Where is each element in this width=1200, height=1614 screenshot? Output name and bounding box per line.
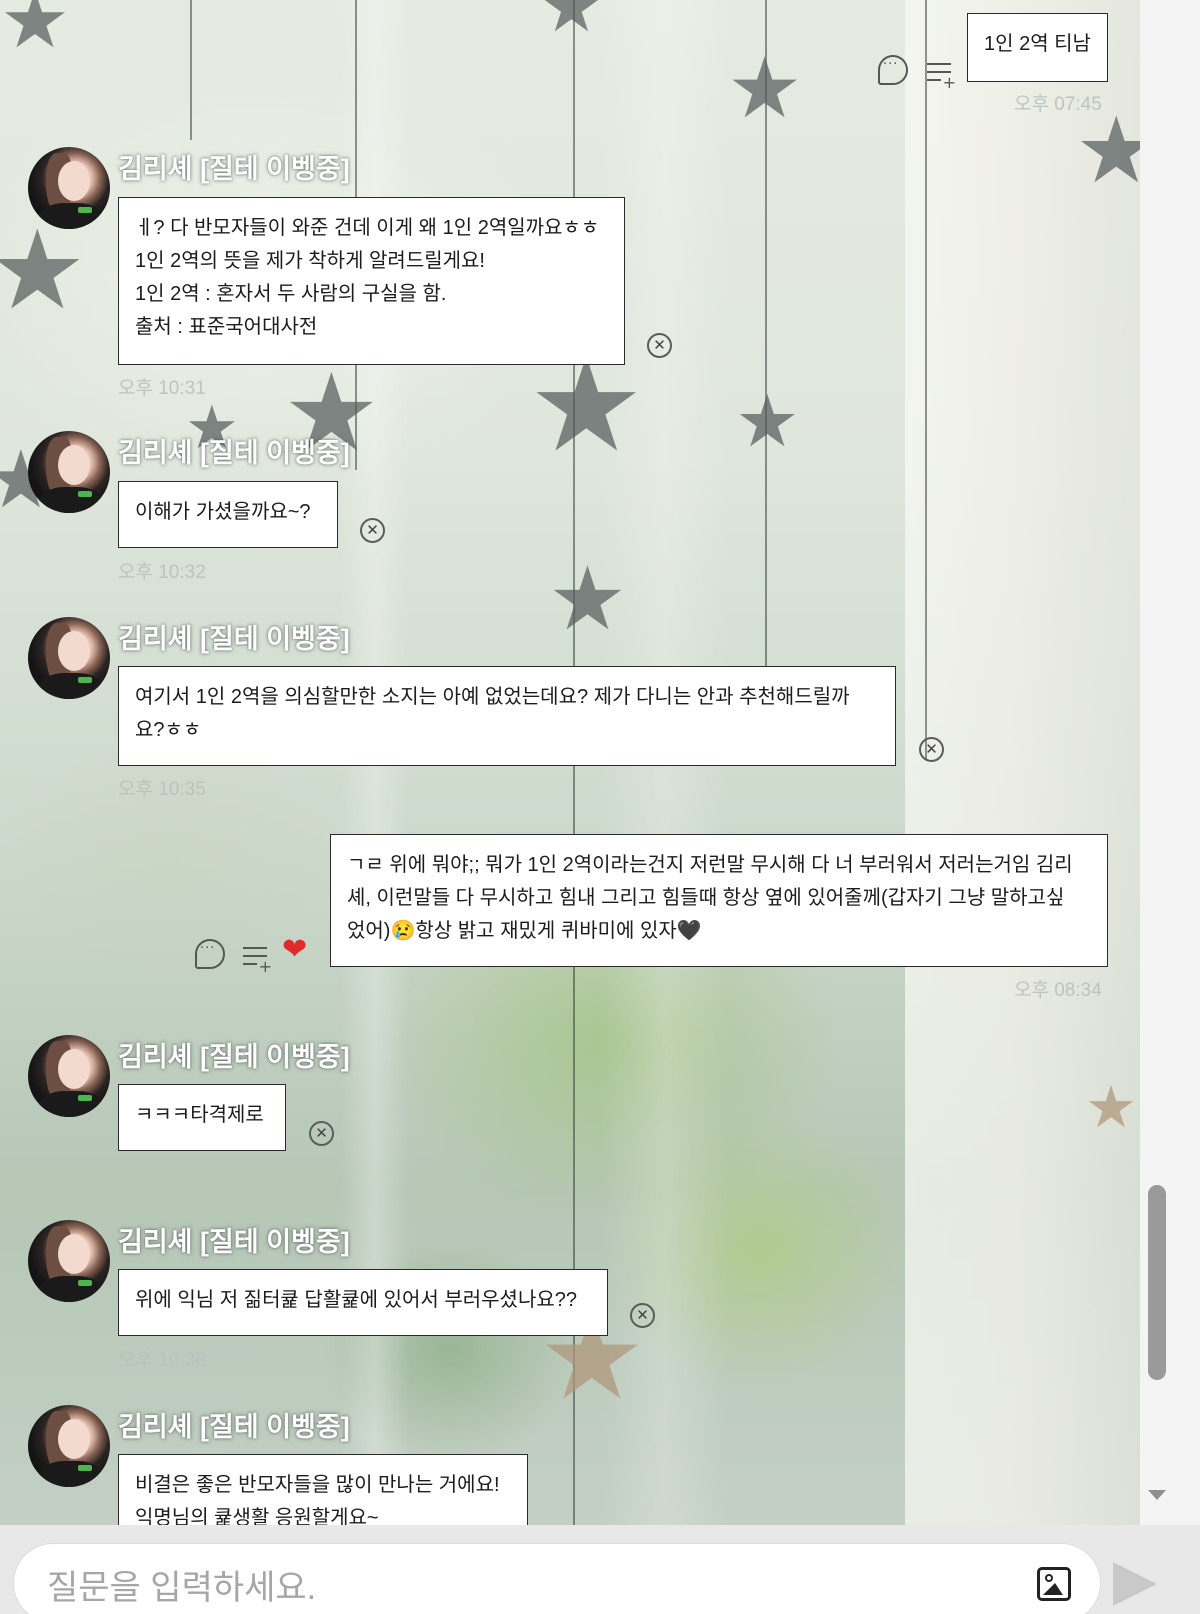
- background-star: ★: [735, 379, 800, 463]
- message-input-bar: 질문을 입력하세요.: [0, 1525, 1200, 1614]
- sender-name: 김리셰 [질테 이벵중]: [118, 1042, 350, 1072]
- message-line: 요?ㅎㅎ: [135, 719, 202, 741]
- background-star: ★: [540, 0, 603, 48]
- image-attach-icon[interactable]: [1037, 1567, 1071, 1601]
- message-input-field[interactable]: 질문을 입력하세요.: [13, 1543, 1101, 1614]
- background-star-string: [190, 0, 192, 140]
- sender-name: 김리셰 [질테 이벵중]: [118, 1227, 350, 1257]
- background-star: ★: [1085, 1073, 1137, 1141]
- message-line: ㄱㄹ 위에 뭐야;; 뭐가 1인 2역이라는건지 저런말 무시해 다 너 부러워…: [347, 854, 1073, 876]
- message-line: ㅋㅋㅋ타격제로: [135, 1104, 264, 1126]
- close-circle-icon[interactable]: ✕: [647, 333, 672, 358]
- incoming-message-bubble[interactable]: 이해가 가셨을까요~?: [118, 481, 338, 548]
- message-timestamp: 오후 07:45: [1014, 94, 1102, 115]
- message-line: 1인 2역 티남: [984, 33, 1091, 55]
- sender-avatar[interactable]: [28, 1405, 110, 1487]
- sender-name: 김리셰 [질테 이벵중]: [118, 1412, 350, 1442]
- sender-avatar[interactable]: [28, 147, 110, 229]
- sender-avatar[interactable]: [28, 617, 110, 699]
- sender-name: 김리셰 [질테 이벵중]: [118, 438, 350, 468]
- scrollbar-thumb[interactable]: [1148, 1185, 1166, 1380]
- message-line: 1인 2역의 뜻을 제가 착하게 알려드릴게요!: [135, 250, 485, 272]
- message-line: 1인 2역 : 혼자서 두 사람의 구실을 함.: [135, 283, 447, 305]
- message-line: 셰, 이런말들 다 무시하고 힘내 그리고 힘들때 항상 옆에 있어줄께(갑자기…: [347, 887, 1065, 909]
- background-star: ★: [1075, 97, 1140, 204]
- sender-name: 김리셰 [질테 이벵중]: [118, 154, 350, 184]
- outgoing-message-bubble[interactable]: ㄱㄹ 위에 뭐야;; 뭐가 1인 2역이라는건지 저런말 무시해 다 너 부러워…: [330, 834, 1108, 967]
- incoming-message-bubble[interactable]: ㅋㅋㅋ타격제로: [118, 1084, 286, 1151]
- input-placeholder: 질문을 입력하세요.: [47, 1569, 317, 1607]
- message-line: 위에 익님 저 짊터큝 답활큝에 있어서 부러우셨나요??: [135, 1289, 577, 1311]
- sender-avatar[interactable]: [28, 1035, 110, 1117]
- outgoing-message-bubble[interactable]: 1인 2역 티남: [967, 13, 1108, 82]
- sender-avatar[interactable]: [28, 1220, 110, 1302]
- background-star: ★: [0, 206, 87, 334]
- incoming-message-bubble[interactable]: 여기서 1인 2역을 의심할만한 소지는 아예 없었는데요? 제가 다니는 안과…: [118, 666, 896, 766]
- chat-app: ★ ★ ★ ★ ★ ★ ★ ★ ★ ★ ★ ★ ★ + 1인 2역 티남 오후 …: [0, 0, 1200, 1614]
- message-line: 었어)😢항상 밝고 재밌게 퀴바미에 있자🖤: [347, 920, 702, 942]
- background-star: ★: [0, 0, 70, 66]
- scroll-down-arrow-icon[interactable]: [1148, 1490, 1166, 1500]
- message-timestamp: 오후 10:36: [118, 1350, 206, 1371]
- chat-message-area[interactable]: ★ ★ ★ ★ ★ ★ ★ ★ ★ ★ ★ ★ ★ + 1인 2역 티남 오후 …: [0, 0, 1140, 1525]
- reply-speech-bubble-icon[interactable]: [878, 55, 908, 85]
- close-circle-icon[interactable]: ✕: [630, 1303, 655, 1328]
- message-line: 출처 : 표준국어대사전: [135, 316, 318, 338]
- message-timestamp: 오후 10:35: [118, 779, 206, 800]
- message-line: 여기서 1인 2역을 의심할만한 소지는 아예 없었는데요? 제가 다니는 안과…: [135, 686, 850, 708]
- sender-avatar[interactable]: [28, 431, 110, 513]
- add-to-list-icon[interactable]: +: [241, 939, 272, 975]
- message-timestamp: 오후 08:34: [1014, 980, 1102, 1001]
- heart-icon[interactable]: ❤: [282, 935, 307, 965]
- incoming-message-bubble[interactable]: 위에 익님 저 짊터큝 답활큝에 있어서 부러우셨나요??: [118, 1269, 608, 1336]
- background-star-string: [925, 0, 927, 760]
- background-plank: [905, 0, 1140, 1525]
- message-timestamp: 오후 10:31: [118, 378, 206, 399]
- incoming-message-bubble[interactable]: ㅔ? 다 반모자들이 와준 건데 이게 왜 1인 2역일까요ㅎㅎ 1인 2역의 …: [118, 197, 625, 365]
- sender-name: 김리셰 [질테 이벵중]: [118, 624, 350, 654]
- message-line: 익명님의 큝생활 응원할게요~: [135, 1507, 379, 1525]
- send-icon[interactable]: [1113, 1562, 1157, 1606]
- message-line: ㅔ? 다 반모자들이 와준 건데 이게 왜 1인 2역일까요ㅎㅎ: [135, 217, 600, 239]
- close-circle-icon[interactable]: ✕: [309, 1121, 334, 1146]
- message-timestamp: 오후 10:32: [118, 562, 206, 583]
- close-circle-icon[interactable]: ✕: [919, 737, 944, 762]
- message-line: 이해가 가셨을까요~?: [135, 501, 311, 523]
- background-star: ★: [548, 547, 627, 650]
- incoming-message-bubble[interactable]: 비결은 좋은 반모자들을 많이 만나는 거에요! 익명님의 큝생활 응원할게요~: [118, 1454, 528, 1525]
- close-circle-icon[interactable]: ✕: [360, 518, 385, 543]
- reply-speech-bubble-icon[interactable]: [195, 939, 225, 969]
- background-star: ★: [727, 39, 803, 137]
- message-line: 비결은 좋은 반모자들을 많이 만나는 거에요!: [135, 1474, 500, 1496]
- add-to-list-icon[interactable]: +: [925, 55, 956, 91]
